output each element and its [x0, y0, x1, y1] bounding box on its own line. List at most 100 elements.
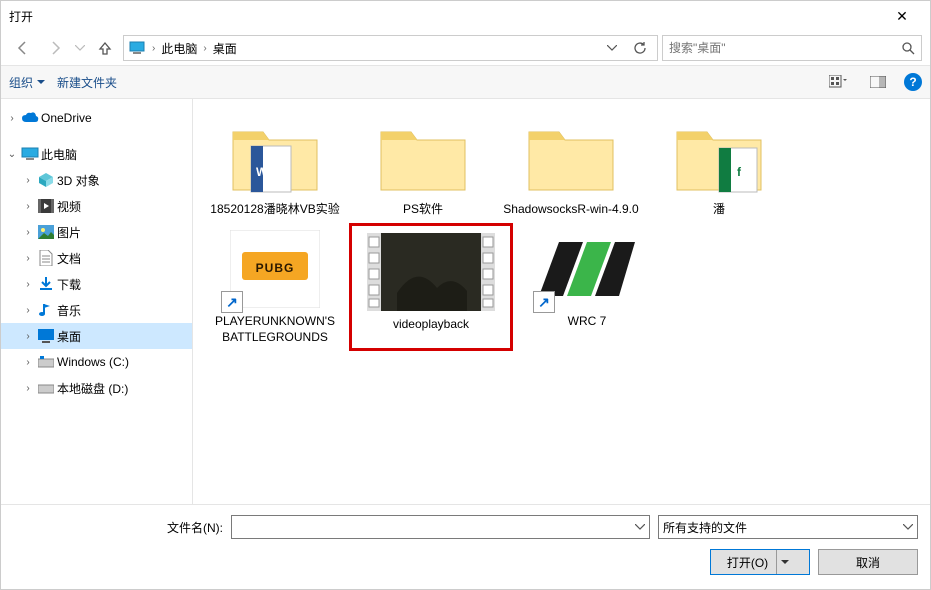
sidebar-item-label: OneDrive	[41, 111, 92, 125]
sidebar-item-music[interactable]: › 音乐	[1, 297, 192, 323]
search-input[interactable]	[669, 41, 895, 55]
cancel-button[interactable]: 取消	[818, 549, 918, 575]
view-options-button[interactable]	[824, 71, 852, 93]
open-label: 打开(O)	[727, 554, 768, 571]
expand-icon[interactable]: ›	[21, 175, 35, 186]
drive-icon	[37, 353, 55, 371]
forward-button[interactable]	[41, 34, 69, 62]
file-item[interactable]: PS软件	[349, 111, 497, 223]
sidebar-item-drive-d[interactable]: › 本地磁盘 (D:)	[1, 375, 192, 401]
sidebar-item-videos[interactable]: › 视频	[1, 193, 192, 219]
pc-icon	[21, 145, 39, 163]
sidebar-item-downloads[interactable]: › 下载	[1, 271, 192, 297]
recent-dropdown-icon[interactable]	[73, 34, 87, 62]
sidebar-item-label: 本地磁盘 (D:)	[57, 380, 128, 397]
file-label: PLAYERUNKNOWN'S BATTLEGROUNDS	[205, 313, 345, 345]
app-icon: PUBG ↗	[227, 229, 323, 309]
main-content: › OneDrive ⌄ 此电脑 › 3D 对象 › 视频	[1, 99, 930, 504]
back-button[interactable]	[9, 34, 37, 62]
chevron-down-icon	[777, 560, 793, 565]
window-title: 打开	[9, 8, 882, 25]
file-item[interactable]: PUBG ↗ PLAYERUNKNOWN'S BATTLEGROUNDS	[201, 223, 349, 351]
chevron-down-icon	[635, 524, 645, 530]
expand-icon[interactable]: ›	[21, 383, 35, 394]
file-label: WRC 7	[568, 313, 607, 329]
document-icon	[37, 249, 55, 267]
folder-icon: f	[671, 117, 767, 197]
organize-label: 组织	[9, 74, 33, 91]
help-icon[interactable]: ?	[904, 73, 922, 91]
video-icon	[367, 232, 495, 312]
filter-label: 所有支持的文件	[663, 519, 747, 536]
expand-icon[interactable]: ›	[21, 331, 35, 342]
file-list[interactable]: W 18520128潘晓林VB实验 PS软件 ShadowsocksR-win-…	[193, 99, 930, 504]
expand-icon[interactable]: ›	[5, 113, 19, 124]
pc-icon	[128, 39, 146, 57]
shortcut-icon: ↗	[533, 291, 555, 313]
cloud-icon	[21, 109, 39, 127]
video-icon	[37, 197, 55, 215]
preview-pane-button[interactable]	[864, 71, 892, 93]
file-item[interactable]: W 18520128潘晓林VB实验	[201, 111, 349, 223]
refresh-icon[interactable]	[633, 41, 653, 55]
sidebar-item-label: 视频	[57, 198, 81, 215]
sidebar-item-onedrive[interactable]: › OneDrive	[1, 105, 192, 131]
file-label: 潘	[713, 201, 725, 217]
address-bar[interactable]: › 此电脑 › 桌面	[123, 35, 658, 61]
expand-icon[interactable]: ›	[21, 253, 35, 264]
desktop-icon	[37, 327, 55, 345]
toolbar: 组织 新建文件夹 ?	[1, 65, 930, 99]
organize-button[interactable]: 组织	[9, 74, 45, 91]
cancel-label: 取消	[856, 554, 880, 571]
new-folder-button[interactable]: 新建文件夹	[57, 74, 117, 91]
file-item[interactable]: ↗ WRC 7	[513, 223, 661, 351]
file-type-filter[interactable]: 所有支持的文件	[658, 515, 918, 539]
drive-icon	[37, 379, 55, 397]
breadcrumb-current[interactable]: 桌面	[213, 40, 237, 57]
search-icon[interactable]	[901, 41, 915, 55]
sidebar-item-thispc[interactable]: ⌄ 此电脑	[1, 141, 192, 167]
search-box[interactable]	[662, 35, 922, 61]
expand-icon[interactable]: ›	[21, 227, 35, 238]
file-item[interactable]: f 潘	[645, 111, 793, 223]
file-label: ShadowsocksR-win-4.9.0	[503, 201, 638, 217]
collapse-icon[interactable]: ⌄	[5, 149, 19, 160]
svg-text:W: W	[256, 165, 268, 179]
folder-icon	[523, 117, 619, 197]
expand-icon[interactable]: ›	[21, 357, 35, 368]
sidebar-item-label: 下载	[57, 276, 81, 293]
filename-label: 文件名(N):	[13, 519, 223, 536]
sidebar-item-label: 桌面	[57, 328, 81, 345]
expand-icon[interactable]: ›	[21, 201, 35, 212]
title-bar: 打开 ✕	[1, 1, 930, 31]
sidebar: › OneDrive ⌄ 此电脑 › 3D 对象 › 视频	[1, 99, 193, 504]
sidebar-item-label: 图片	[57, 224, 81, 241]
close-icon[interactable]: ✕	[882, 8, 922, 25]
nav-bar: › 此电脑 › 桌面	[1, 31, 930, 65]
sidebar-item-label: Windows (C:)	[57, 355, 129, 369]
expand-icon[interactable]: ›	[21, 279, 35, 290]
picture-icon	[37, 223, 55, 241]
filename-input[interactable]	[231, 515, 650, 539]
sidebar-item-3dobjects[interactable]: › 3D 对象	[1, 167, 192, 193]
address-dropdown-icon[interactable]	[607, 45, 627, 51]
sidebar-item-label: 3D 对象	[57, 172, 100, 189]
svg-text:PUBG: PUBG	[256, 261, 295, 275]
file-label: videoplayback	[393, 316, 469, 332]
sidebar-item-drive-c[interactable]: › Windows (C:)	[1, 349, 192, 375]
sidebar-item-pictures[interactable]: › 图片	[1, 219, 192, 245]
expand-icon[interactable]: ›	[21, 305, 35, 316]
file-label: 18520128潘晓林VB实验	[210, 201, 339, 217]
sidebar-item-desktop[interactable]: › 桌面	[1, 323, 192, 349]
music-icon	[37, 301, 55, 319]
file-item[interactable]: ShadowsocksR-win-4.9.0	[497, 111, 645, 223]
sidebar-item-label: 此电脑	[41, 146, 77, 163]
shortcut-icon: ↗	[221, 291, 243, 313]
breadcrumb-root[interactable]: 此电脑	[161, 40, 197, 57]
open-button[interactable]: 打开(O)	[710, 549, 810, 575]
file-item-selected[interactable]: videoplayback	[349, 223, 513, 351]
sidebar-item-documents[interactable]: › 文档	[1, 245, 192, 271]
chevron-down-icon	[37, 80, 45, 85]
new-folder-label: 新建文件夹	[57, 74, 117, 91]
up-button[interactable]	[91, 34, 119, 62]
